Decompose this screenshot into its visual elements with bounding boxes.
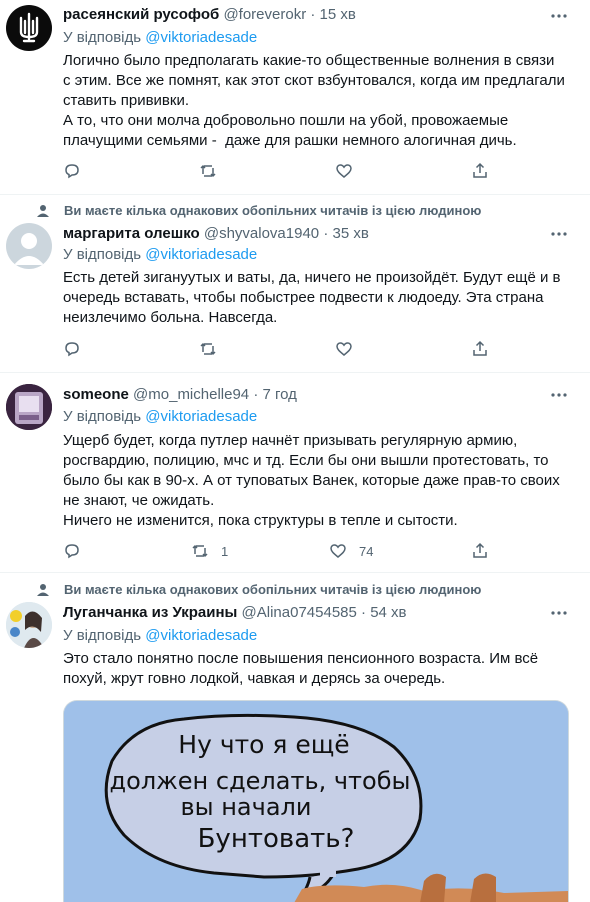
tweet-media-image[interactable]: Ну что я ещё должен сделать, чтобы вы на… xyxy=(63,700,569,902)
tweet-header: someone @mo_michelle94 · 7 год xyxy=(63,386,297,403)
tweet-actions: 1 74 xyxy=(63,540,523,562)
timestamp[interactable]: · 54 хв xyxy=(361,604,406,621)
heart-icon xyxy=(330,544,346,558)
reply-context: У відповідь @viktoriadesade xyxy=(63,408,257,425)
like-button[interactable] xyxy=(335,338,353,360)
cartoon-line-3: вы начали xyxy=(181,793,312,821)
share-icon xyxy=(473,162,487,178)
person-icon xyxy=(37,583,49,596)
user-handle[interactable]: @Alina07454585 xyxy=(242,604,357,621)
more-options-icon[interactable] xyxy=(549,6,569,26)
reply-icon xyxy=(65,342,79,357)
reply-prefix: У відповідь xyxy=(63,627,142,644)
like-button[interactable]: 74 xyxy=(329,540,373,562)
social-context-text: Ви маєте кілька однакових обопільних чит… xyxy=(64,203,482,218)
timestamp[interactable]: · 7 год xyxy=(253,386,297,403)
user-handle[interactable]: @shyvalova1940 xyxy=(204,225,319,242)
tweet-header: Луганчанка из Украины @Alina07454585 · 5… xyxy=(63,604,407,621)
tweet-text: Есть детей зигануутых и ваты, да, ничего… xyxy=(63,269,561,326)
reply-button[interactable] xyxy=(63,338,81,360)
reply-mention[interactable]: @viktoriadesade xyxy=(145,29,257,46)
timestamp[interactable]: · 35 хв xyxy=(323,225,368,242)
retweet-icon xyxy=(200,164,216,178)
tweet-header: маргарита олешко @shyvalova1940 · 35 хв xyxy=(63,225,369,242)
user-handle[interactable]: @foreverokr xyxy=(223,6,306,23)
cartoon-illustration: Ну что я ещё должен сделать, чтобы вы на… xyxy=(64,701,568,902)
avatar[interactable] xyxy=(6,5,52,51)
retweet-icon xyxy=(192,544,208,558)
tweet-header: расеянский русофоб @foreverokr · 15 хв xyxy=(63,6,356,23)
tweet-text: Логично было предполагать какие-то общес… xyxy=(63,52,565,149)
reply-context: У відповідь @viktoriadesade xyxy=(63,246,257,263)
display-name[interactable]: маргарита олешко xyxy=(63,225,200,242)
heart-icon xyxy=(336,164,352,178)
social-context: Ви маєте кілька однакових обопільних чит… xyxy=(36,582,481,597)
retweet-button[interactable] xyxy=(199,160,217,182)
display-name[interactable]: расеянский русофоб xyxy=(63,6,219,23)
more-options-icon[interactable] xyxy=(549,385,569,405)
share-icon xyxy=(473,542,487,558)
reply-button[interactable] xyxy=(63,160,81,182)
retweet-button[interactable] xyxy=(199,338,217,360)
retweet-button[interactable]: 1 xyxy=(191,540,228,562)
more-options-icon[interactable] xyxy=(549,603,569,623)
avatar[interactable] xyxy=(6,223,52,269)
reply-mention[interactable]: @viktoriadesade xyxy=(145,246,257,263)
cartoon-line-4: Бунтовать? xyxy=(198,824,355,854)
reply-prefix: У відповідь xyxy=(63,29,142,46)
tweet-actions xyxy=(63,338,523,360)
reply-icon xyxy=(65,544,79,559)
like-count: 74 xyxy=(359,543,374,559)
heart-icon xyxy=(336,342,352,356)
tweet-text: Ущерб будет, когда путлер начнёт призыва… xyxy=(63,432,560,529)
trident-icon xyxy=(19,12,39,43)
cartoon-line-2: должен сделать, чтобы xyxy=(110,767,411,795)
tweet-text: Это стало понятно после повышения пенсио… xyxy=(63,650,539,687)
social-context: Ви маєте кілька однакових обопільних чит… xyxy=(36,203,481,218)
display-name[interactable]: someone xyxy=(63,386,129,403)
reply-mention[interactable]: @viktoriadesade xyxy=(145,408,257,425)
tweet-actions xyxy=(63,160,523,182)
retweet-count: 1 xyxy=(221,543,229,559)
social-context-text: Ви маєте кілька однакових обопільних чит… xyxy=(64,582,482,597)
tweet-1[interactable]: расеянский русофоб @foreverokr · 15 хв У… xyxy=(0,0,590,195)
reply-prefix: У відповідь xyxy=(63,246,142,263)
tweet-3[interactable]: someone @mo_michelle94 · 7 год У відпові… xyxy=(0,372,590,573)
more-options-icon[interactable] xyxy=(549,224,569,244)
timestamp[interactable]: · 15 хв xyxy=(310,6,355,23)
reply-context: У відповідь @viktoriadesade xyxy=(63,627,257,644)
photo-avatar-icon xyxy=(6,384,52,430)
like-button[interactable] xyxy=(335,160,353,182)
reply-context: У відповідь @viktoriadesade xyxy=(63,29,257,46)
share-button[interactable] xyxy=(471,160,489,182)
retweet-icon xyxy=(200,342,216,356)
tweet-2[interactable]: Ви маєте кілька однакових обопільних чит… xyxy=(0,194,590,373)
display-name[interactable]: Луганчанка из Украины xyxy=(63,604,237,621)
user-handle[interactable]: @mo_michelle94 xyxy=(133,386,249,403)
photo-avatar-icon xyxy=(6,602,52,648)
share-button[interactable] xyxy=(471,540,489,562)
share-icon xyxy=(473,340,487,356)
reply-button[interactable] xyxy=(63,540,81,562)
reply-icon xyxy=(65,164,79,179)
reply-prefix: У відповідь xyxy=(63,408,142,425)
avatar[interactable] xyxy=(6,384,52,430)
cartoon-line-1: Ну что я ещё xyxy=(178,730,349,759)
person-icon xyxy=(37,204,49,217)
share-button[interactable] xyxy=(471,338,489,360)
avatar[interactable] xyxy=(6,602,52,648)
default-avatar-icon xyxy=(14,233,44,265)
reply-mention[interactable]: @viktoriadesade xyxy=(145,627,257,644)
